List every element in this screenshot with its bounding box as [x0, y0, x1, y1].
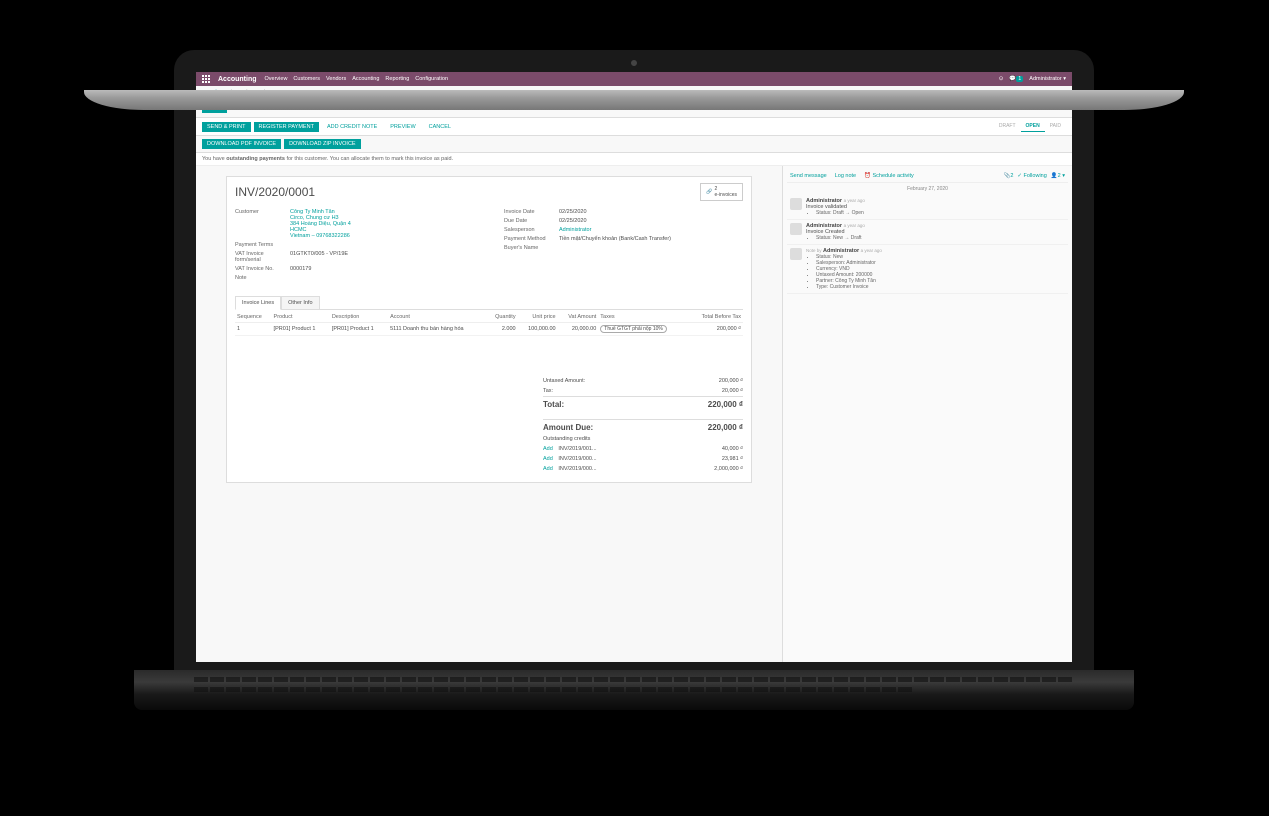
activity-icon[interactable]: ⊙ [999, 76, 1004, 82]
add-credit-button[interactable]: ADD CREDIT NOTE [322, 122, 382, 132]
invoice-card: 🔗 2e-invoices INV/2020/0001 Customer Côn… [226, 176, 752, 483]
download-zip-button[interactable]: DOWNLOAD ZIP INVOICE [284, 139, 361, 149]
add-credit-3[interactable]: Add [543, 466, 553, 472]
action-bar: SEND & PRINT REGISTER PAYMENT ADD CREDIT… [196, 117, 1072, 136]
schedule-activity[interactable]: ⏰ Schedule activity [864, 173, 914, 179]
camera-dot [631, 60, 637, 66]
preview-button[interactable]: PREVIEW [385, 122, 420, 132]
lines-table: SequenceProductDescriptionAccount Quanti… [235, 312, 743, 336]
chatter: Send message Log note ⏰ Schedule activit… [782, 166, 1072, 662]
menu-configuration[interactable]: Configuration [415, 76, 448, 82]
followers-count[interactable]: 👤2 ▾ [1051, 173, 1065, 179]
status-draft[interactable]: DRAFT [994, 121, 1021, 132]
outstanding-alert: You have outstanding payments for this c… [196, 153, 1072, 166]
laptop-frame: Accounting Overview Customers Vendors Ac… [134, 50, 1134, 730]
chatter-msg: Administrator a year ago Invoice Created… [787, 220, 1068, 245]
top-nav: Accounting Overview Customers Vendors Ac… [196, 72, 1072, 86]
log-note[interactable]: Log note [835, 173, 856, 179]
table-row: 1[PR01] Product 1[PR01] Product 15111 Do… [235, 323, 743, 336]
salesperson-link[interactable]: Administrator [559, 227, 591, 233]
menu-customers[interactable]: Customers [293, 76, 320, 82]
link-icon: 🔗 [706, 189, 712, 195]
add-credit-1[interactable]: Add [543, 446, 553, 452]
chatter-msg: Note by Administrator a year ago Status:… [787, 245, 1068, 294]
messages-icon[interactable]: 💬1 [1009, 76, 1023, 82]
menu-accounting[interactable]: Accounting [352, 76, 379, 82]
tabs: Invoice Lines Other Info [235, 296, 743, 310]
totals: Untaxed Amount:200,000 ₫ Tax:20,000 ₫ To… [543, 376, 743, 474]
cancel-button[interactable]: CANCEL [424, 122, 456, 132]
menu-vendors[interactable]: Vendors [326, 76, 346, 82]
apps-icon[interactable] [202, 75, 210, 83]
download-pdf-button[interactable]: DOWNLOAD PDF INVOICE [202, 139, 281, 149]
menu-overview[interactable]: Overview [265, 76, 288, 82]
avatar [790, 223, 802, 235]
app-screen: Accounting Overview Customers Vendors Ac… [196, 72, 1072, 662]
main-menu: Overview Customers Vendors Accounting Re… [265, 76, 449, 82]
status-paid[interactable]: PAID [1045, 121, 1066, 132]
attachment-icon[interactable]: 📎2 [1003, 173, 1013, 179]
tab-invoice-lines[interactable]: Invoice Lines [235, 296, 281, 310]
status-open[interactable]: OPEN [1021, 121, 1045, 132]
menu-reporting[interactable]: Reporting [385, 76, 409, 82]
avatar [790, 248, 802, 260]
following-button[interactable]: ✓ Following [1017, 173, 1046, 179]
tab-other-info[interactable]: Other Info [281, 296, 319, 309]
einvoice-button[interactable]: 🔗 2e-invoices [700, 183, 743, 201]
send-message[interactable]: Send message [790, 173, 827, 179]
avatar [790, 198, 802, 210]
laptop-base [134, 670, 1134, 710]
add-credit-2[interactable]: Add [543, 456, 553, 462]
register-payment-button[interactable]: REGISTER PAYMENT [254, 122, 319, 132]
send-print-button[interactable]: SEND & PRINT [202, 122, 251, 132]
user-menu[interactable]: Administrator ▾ [1029, 76, 1066, 82]
brand[interactable]: Accounting [218, 76, 257, 83]
invoice-title: INV/2020/0001 [235, 185, 743, 199]
status-bar: DRAFT OPEN PAID [994, 121, 1066, 132]
chatter-msg: Administrator a year ago Invoice validat… [787, 195, 1068, 220]
